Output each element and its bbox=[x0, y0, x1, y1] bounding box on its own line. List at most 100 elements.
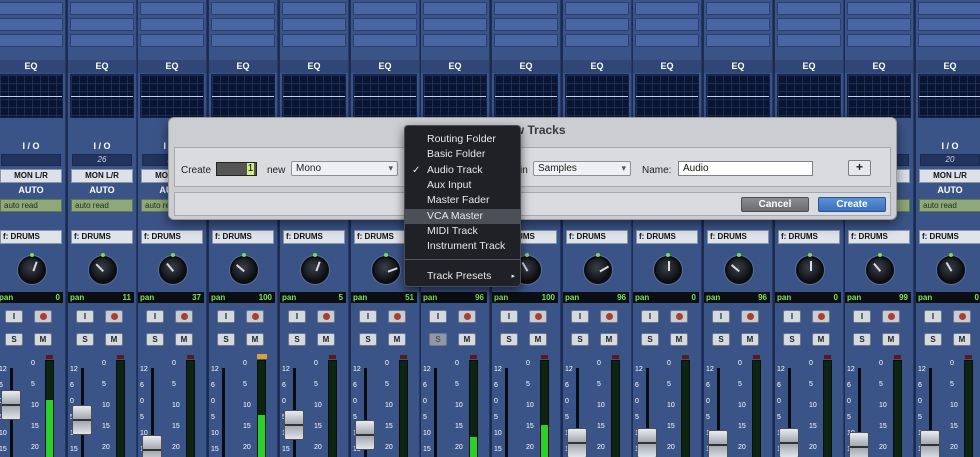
group-selector[interactable]: f: DRUMS bbox=[636, 230, 698, 244]
automation-mode-selector[interactable]: auto read bbox=[0, 199, 62, 212]
insert-slot[interactable] bbox=[635, 34, 699, 47]
input-monitor-button[interactable]: I bbox=[217, 310, 235, 323]
eq-graph[interactable] bbox=[777, 74, 841, 118]
insert-slot[interactable] bbox=[847, 34, 911, 47]
input-monitor-button[interactable]: I bbox=[853, 310, 871, 323]
group-selector[interactable]: f: DRUMS bbox=[707, 230, 769, 244]
eq-graph[interactable] bbox=[0, 74, 63, 118]
solo-button[interactable]: S bbox=[712, 333, 730, 346]
add-row-button[interactable]: + bbox=[848, 160, 871, 176]
input-monitor-button[interactable]: I bbox=[359, 310, 377, 323]
insert-slot[interactable] bbox=[353, 2, 417, 15]
solo-button[interactable]: S bbox=[5, 333, 23, 346]
track-format-select[interactable]: Mono bbox=[291, 161, 398, 176]
insert-slot[interactable] bbox=[706, 2, 770, 15]
menu-item[interactable]: ✓ Audio Track bbox=[405, 163, 520, 178]
mute-button[interactable]: M bbox=[600, 333, 618, 346]
insert-slot[interactable] bbox=[353, 34, 417, 47]
menu-item[interactable]: MIDI Track bbox=[405, 224, 520, 239]
volume-fader[interactable] bbox=[142, 435, 162, 457]
volume-fader[interactable] bbox=[637, 428, 657, 457]
insert-slot[interactable] bbox=[211, 34, 275, 47]
group-selector[interactable]: f: DRUMS bbox=[0, 230, 62, 244]
record-enable-button[interactable] bbox=[34, 310, 52, 323]
insert-slot[interactable] bbox=[211, 2, 275, 15]
mute-button[interactable]: M bbox=[529, 333, 547, 346]
insert-slot[interactable] bbox=[140, 18, 204, 31]
insert-slot[interactable] bbox=[70, 18, 134, 31]
record-enable-button[interactable] bbox=[953, 310, 971, 323]
record-enable-button[interactable] bbox=[882, 310, 900, 323]
mute-button[interactable]: M bbox=[741, 333, 759, 346]
eq-graph[interactable] bbox=[282, 74, 346, 118]
mute-button[interactable]: M bbox=[953, 333, 971, 346]
pan-knob[interactable] bbox=[725, 256, 753, 284]
insert-slot[interactable] bbox=[70, 2, 134, 15]
pan-knob[interactable] bbox=[159, 256, 187, 284]
pan-knob[interactable] bbox=[372, 256, 400, 284]
input-monitor-button[interactable]: I bbox=[712, 310, 730, 323]
group-selector[interactable]: f: DRUMS bbox=[283, 230, 345, 244]
input-monitor-button[interactable]: I bbox=[500, 310, 518, 323]
solo-button[interactable]: S bbox=[146, 333, 164, 346]
eq-graph[interactable] bbox=[706, 74, 770, 118]
group-selector[interactable]: f: DRUMS bbox=[141, 230, 203, 244]
record-enable-button[interactable] bbox=[458, 310, 476, 323]
insert-slot[interactable] bbox=[282, 18, 346, 31]
mute-button[interactable]: M bbox=[34, 333, 52, 346]
automation-mode-selector[interactable]: auto read bbox=[71, 199, 133, 212]
solo-button[interactable]: S bbox=[571, 333, 589, 346]
record-enable-button[interactable] bbox=[600, 310, 618, 323]
group-selector[interactable]: f: DRUMS bbox=[848, 230, 910, 244]
group-selector[interactable]: f: DRUMS bbox=[919, 230, 980, 244]
volume-fader[interactable] bbox=[284, 410, 304, 440]
insert-slot[interactable] bbox=[918, 34, 980, 47]
insert-slot[interactable] bbox=[423, 18, 487, 31]
solo-button[interactable]: S bbox=[429, 333, 447, 346]
output-selector[interactable]: MON L/R bbox=[71, 169, 133, 183]
eq-graph[interactable] bbox=[70, 74, 134, 118]
input-monitor-button[interactable]: I bbox=[571, 310, 589, 323]
insert-slot[interactable] bbox=[706, 18, 770, 31]
input-monitor-button[interactable]: I bbox=[146, 310, 164, 323]
insert-slot[interactable] bbox=[282, 34, 346, 47]
mute-button[interactable]: M bbox=[458, 333, 476, 346]
volume-fader[interactable] bbox=[72, 405, 92, 435]
record-enable-button[interactable] bbox=[317, 310, 335, 323]
insert-slot[interactable] bbox=[494, 2, 558, 15]
output-selector[interactable]: MON L/R bbox=[0, 169, 62, 183]
menu-item[interactable]: Routing Folder bbox=[405, 132, 520, 147]
insert-slot[interactable] bbox=[847, 2, 911, 15]
automation-mode-selector[interactable]: auto read bbox=[919, 199, 980, 212]
volume-fader[interactable] bbox=[920, 430, 940, 457]
insert-slot[interactable] bbox=[282, 2, 346, 15]
input-monitor-button[interactable]: I bbox=[924, 310, 942, 323]
eq-graph[interactable] bbox=[565, 74, 629, 118]
insert-slot[interactable] bbox=[918, 18, 980, 31]
group-selector[interactable]: f: DRUMS bbox=[212, 230, 274, 244]
mute-button[interactable]: M bbox=[105, 333, 123, 346]
insert-slot[interactable] bbox=[635, 18, 699, 31]
eq-graph[interactable] bbox=[918, 74, 980, 118]
insert-slot[interactable] bbox=[635, 2, 699, 15]
record-enable-button[interactable] bbox=[670, 310, 688, 323]
pan-knob[interactable] bbox=[866, 256, 894, 284]
solo-button[interactable]: S bbox=[500, 333, 518, 346]
pan-knob[interactable] bbox=[301, 256, 329, 284]
volume-fader[interactable] bbox=[567, 428, 587, 457]
solo-button[interactable]: S bbox=[288, 333, 306, 346]
menu-item[interactable]: Aux Input bbox=[405, 178, 520, 193]
menu-item[interactable]: Basic Folder bbox=[405, 147, 520, 162]
mute-button[interactable]: M bbox=[175, 333, 193, 346]
insert-slot[interactable] bbox=[423, 2, 487, 15]
insert-slot[interactable] bbox=[494, 18, 558, 31]
record-enable-button[interactable] bbox=[388, 310, 406, 323]
insert-slot[interactable] bbox=[565, 34, 629, 47]
pan-knob[interactable] bbox=[796, 256, 824, 284]
insert-slot[interactable] bbox=[494, 34, 558, 47]
cancel-button[interactable]: Cancel bbox=[741, 197, 809, 212]
timebase-select[interactable]: Samples bbox=[533, 161, 631, 176]
record-enable-button[interactable] bbox=[741, 310, 759, 323]
eq-graph[interactable] bbox=[211, 74, 275, 118]
insert-slot[interactable] bbox=[140, 2, 204, 15]
